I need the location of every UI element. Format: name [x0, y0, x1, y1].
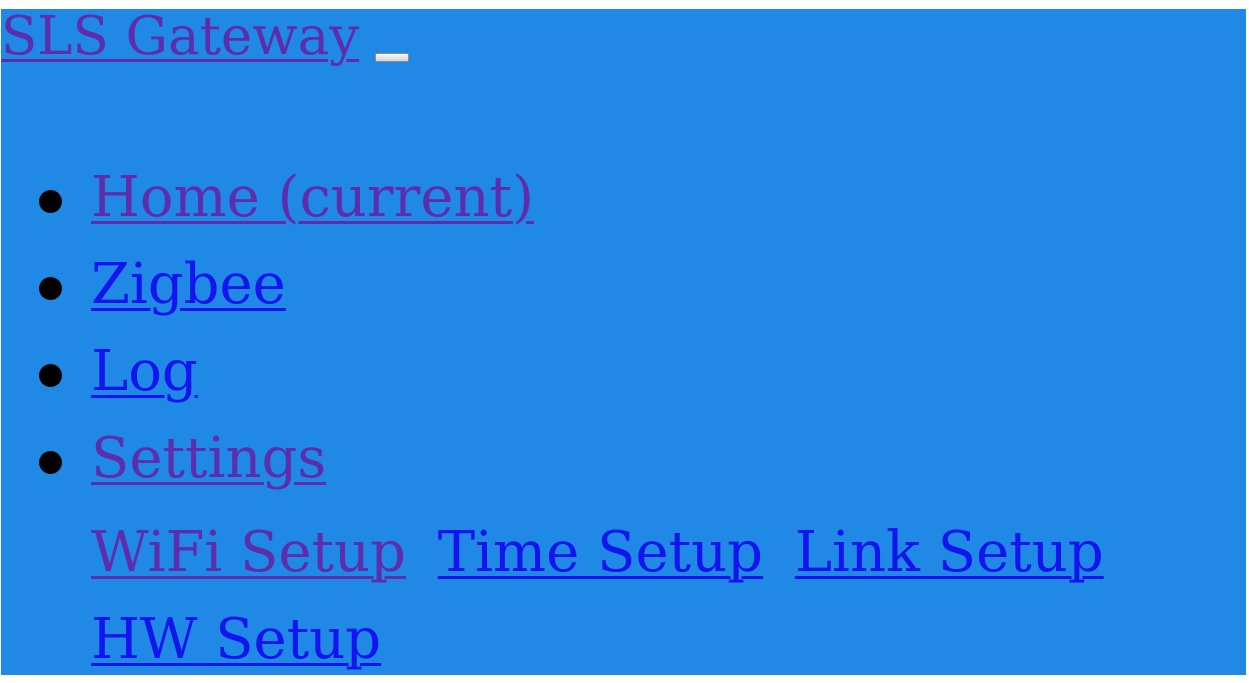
page: SLS Gateway Home (current) Zigbee Log Se…	[1, 6, 1246, 675]
menu-toggle-button[interactable]	[375, 53, 410, 62]
nav-item-home: Home (current)	[1, 154, 534, 241]
settings-submenu: WiFi Setup Time Setup Link Setup HW Setu…	[91, 509, 1211, 683]
nav-item-log: Log	[1, 328, 534, 415]
submenu-link-time-setup[interactable]: Time Setup	[438, 520, 763, 585]
nav-link-home[interactable]: Home (current)	[91, 165, 534, 230]
nav-link-zigbee[interactable]: Zigbee	[91, 252, 286, 317]
submenu-link-link-setup[interactable]: Link Setup	[795, 520, 1104, 585]
nav-link-log[interactable]: Log	[91, 339, 198, 404]
navbar: SLS Gateway	[1, 6, 410, 76]
brand-link[interactable]: SLS Gateway	[1, 6, 359, 67]
submenu-link-hw-setup[interactable]: HW Setup	[91, 607, 381, 672]
nav-item-zigbee: Zigbee	[1, 241, 534, 328]
nav-item-settings: Settings	[1, 415, 534, 502]
main-nav: Home (current) Zigbee Log Settings	[1, 154, 534, 502]
nav-link-settings[interactable]: Settings	[91, 426, 326, 491]
submenu-link-wifi-setup[interactable]: WiFi Setup	[91, 520, 406, 585]
